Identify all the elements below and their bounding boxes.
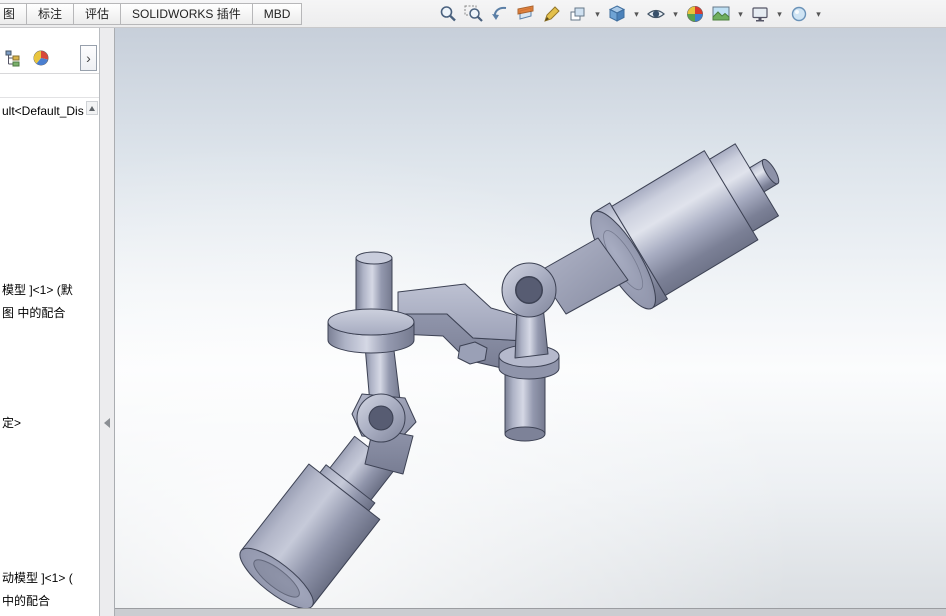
command-tabstrip: 图 标注 评估 SOLIDWORKS 插件 MBD: [0, 3, 302, 25]
zoom-to-fit-icon[interactable]: [437, 3, 459, 25]
assembly-model[interactable]: [115, 28, 946, 616]
zoom-to-area-icon[interactable]: [463, 3, 485, 25]
previous-view-icon[interactable]: [489, 3, 511, 25]
feature-manager-panel: › ult<Default_Dis 模型 ]<1> (默 图 中的配合 定> 动…: [0, 28, 100, 616]
dropdown-caret[interactable]: ▾: [593, 9, 602, 20]
solidworks-window: 图 标注 评估 SOLIDWORKS 插件 MBD: [0, 0, 946, 616]
panel-splitter-handle-icon[interactable]: [104, 418, 110, 428]
tree-item-assembly-root[interactable]: ult<Default_Dis: [2, 104, 84, 118]
hide-show-items-icon[interactable]: [645, 3, 667, 25]
apply-scene-icon[interactable]: [710, 3, 732, 25]
feature-tree: ult<Default_Dis 模型 ]<1> (默 图 中的配合 定> 动模型…: [0, 98, 99, 616]
command-tab-annotation[interactable]: 标注: [26, 3, 74, 25]
view-options-icon[interactable]: [788, 3, 810, 25]
panel-collapse-button[interactable]: ›: [80, 45, 97, 71]
view-settings-icon[interactable]: [749, 3, 771, 25]
tree-scroll-up-button[interactable]: [86, 101, 98, 115]
command-tab-evaluate[interactable]: 评估: [73, 3, 121, 25]
triangle-up-icon: [89, 106, 95, 111]
bottom-scroll-strip: [115, 608, 946, 616]
tree-item-fixed[interactable]: 定>: [2, 414, 21, 431]
panel-tabbar: ›: [0, 45, 99, 73]
dropdown-caret[interactable]: ▾: [632, 9, 641, 20]
view-orientation-icon[interactable]: [567, 3, 589, 25]
tree-item-component-1[interactable]: 模型 ]<1> (默: [2, 281, 73, 298]
tree-item-mates-2[interactable]: 中的配合: [2, 592, 50, 609]
model-upper-ring[interactable]: [502, 263, 556, 317]
panel-filter-row: [0, 73, 99, 98]
heads-up-view-toolbar: ▾ ▾ ▾ ▾ ▾ ▾: [437, 3, 823, 25]
viewport-3d[interactable]: [115, 28, 946, 616]
model-lower-ring[interactable]: [357, 394, 405, 442]
dropdown-caret[interactable]: ▾: [671, 9, 680, 20]
command-tab-layout[interactable]: 图: [0, 3, 27, 25]
tree-item-mates-1[interactable]: 图 中的配合: [2, 304, 65, 321]
display-manager-icon[interactable]: [30, 47, 52, 69]
dropdown-caret[interactable]: ▾: [775, 9, 784, 20]
feature-manager-icon[interactable]: [2, 47, 24, 69]
command-tab-mbd[interactable]: MBD: [252, 3, 303, 25]
panel-splitter[interactable]: [100, 28, 115, 616]
annotation-view-icon[interactable]: [541, 3, 563, 25]
dropdown-caret[interactable]: ▾: [814, 9, 823, 20]
model-flange-disc[interactable]: [328, 309, 414, 353]
command-tab-addins[interactable]: SOLIDWORKS 插件: [120, 3, 253, 25]
tree-item-component-2[interactable]: 动模型 ]<1> (: [2, 569, 73, 586]
display-style-icon[interactable]: [606, 3, 628, 25]
command-manager-bar: 图 标注 评估 SOLIDWORKS 插件 MBD: [0, 0, 946, 28]
section-view-icon[interactable]: [515, 3, 537, 25]
edit-appearance-icon[interactable]: [684, 3, 706, 25]
dropdown-caret[interactable]: ▾: [736, 9, 745, 20]
model-bracket-hex-boss: [458, 342, 487, 364]
